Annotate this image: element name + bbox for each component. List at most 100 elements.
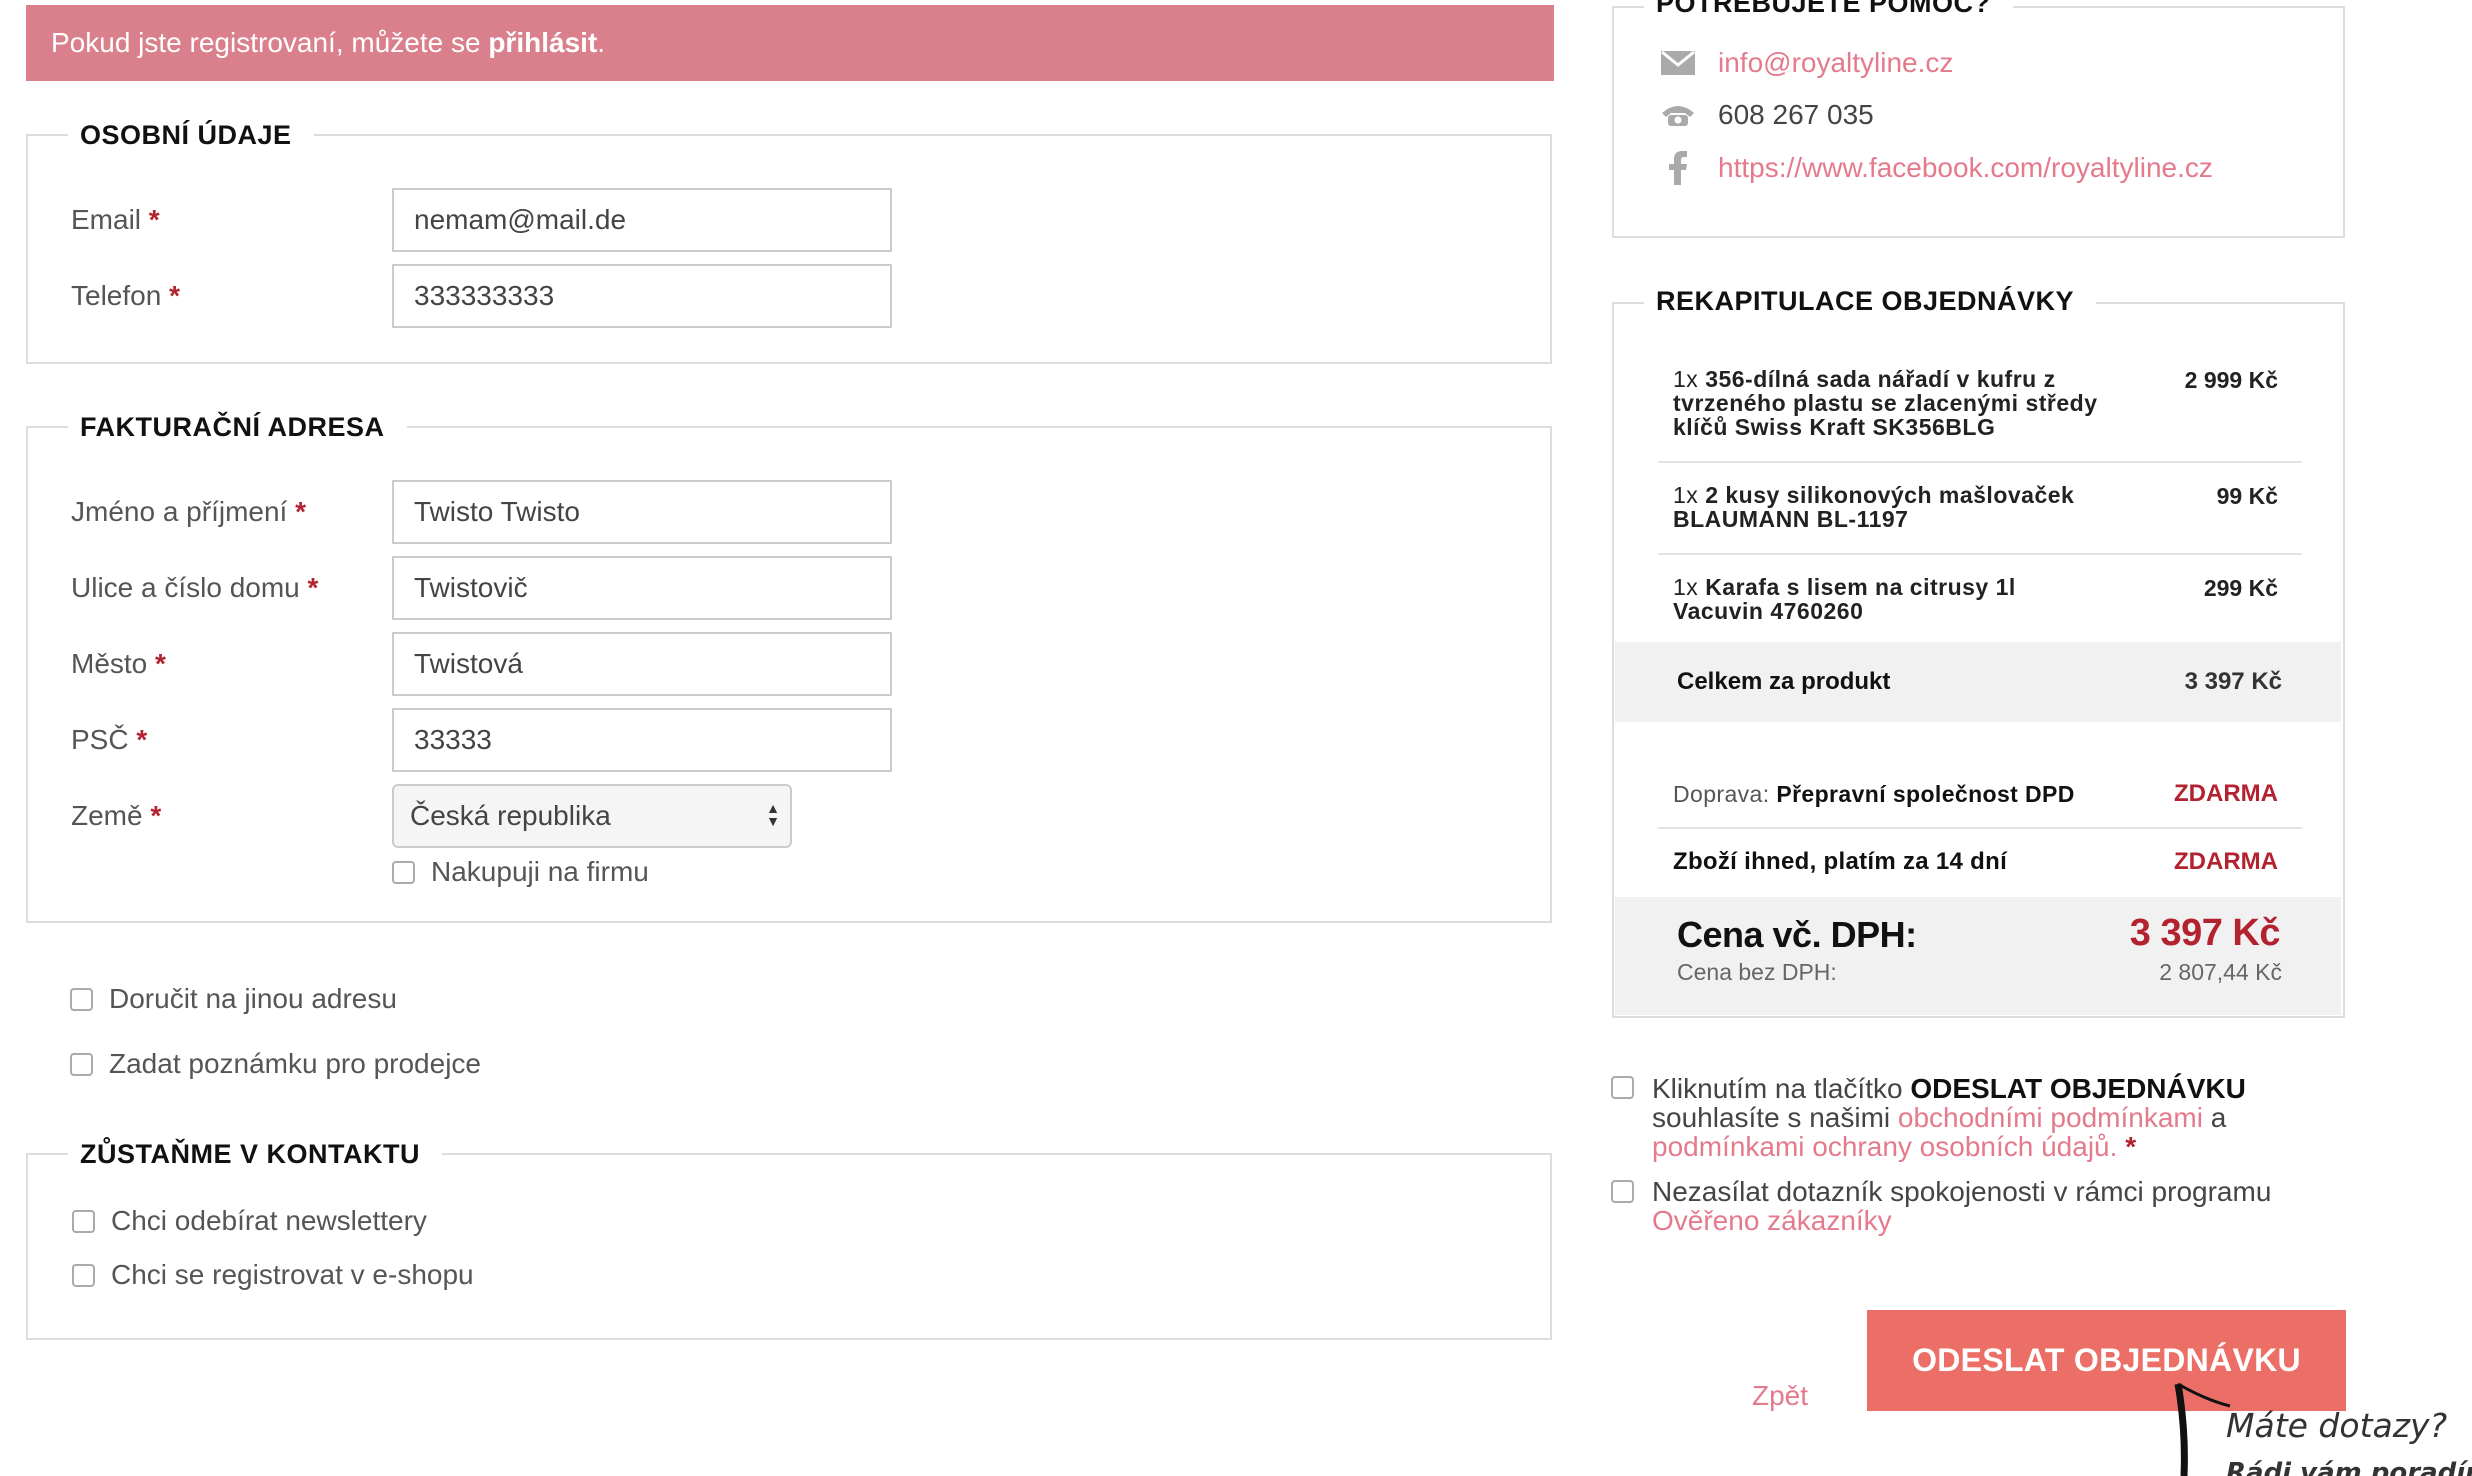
summary-item: 1x Karafa s lisem na citrusy 1l Vacuvin … xyxy=(1673,575,2073,623)
login-notice: Pokud jste registrovaní, můžete se přihl… xyxy=(26,5,1554,81)
summary-divider xyxy=(1658,553,2302,555)
phone-label: Telefon * xyxy=(71,276,180,316)
newsletter-checkbox[interactable] xyxy=(72,1209,95,1233)
terms-dot: . xyxy=(2109,1131,2126,1162)
personal-info-title: OSOBNÍ ÚDAJE xyxy=(68,118,314,152)
chat-bubble-text: Máte dotazy? xyxy=(2226,1406,2448,1445)
zip-field[interactable] xyxy=(392,708,892,772)
required-mark: * xyxy=(169,280,180,311)
city-label-text: Město xyxy=(71,648,148,679)
city-label: Město * xyxy=(71,644,166,684)
seller-note-checkbox[interactable] xyxy=(70,1052,93,1076)
privacy-link[interactable]: podmínkami ochrany osobních údajů xyxy=(1652,1131,2110,1162)
chat-widget[interactable]: Máte dotazy? Rádi vám poradím xyxy=(2170,1370,2472,1476)
phone-field[interactable] xyxy=(392,264,892,328)
country-select-value: Česká republika xyxy=(410,800,611,831)
summary-item-qty: 1x xyxy=(1673,574,1699,600)
summary-item-qty: 1x xyxy=(1673,482,1699,508)
stay-in-touch-section: ZŮSTAŇME V KONTAKTU xyxy=(26,1137,1552,1340)
required-mark: * xyxy=(295,496,307,527)
login-notice-text: Pokud jste registrovaní, můžete se xyxy=(51,27,489,58)
terms-and: a xyxy=(2202,1102,2227,1133)
survey-text: Nezasílat dotazník spokojenosti v rámci … xyxy=(1652,1177,2312,1235)
zip-label: PSČ * xyxy=(71,720,147,760)
payment-price: ZDARMA xyxy=(2174,848,2278,875)
net-total-value: 2 807,44 Kč xyxy=(2159,959,2282,985)
required-mark: * xyxy=(2125,1131,2137,1162)
required-mark: * xyxy=(307,572,319,603)
survey-label: Nezasílat dotazník spokojenosti v rámci … xyxy=(1652,1176,2272,1207)
country-label: Země * xyxy=(71,796,161,836)
summary-item: 1x 2 kusy silikonových mašlovaček BLAUMA… xyxy=(1673,483,2113,531)
other-address-label: Doručit na jinou adresu xyxy=(109,983,397,1014)
street-label-text: Ulice a číslo domu xyxy=(71,572,300,603)
phone-label-text: Telefon xyxy=(71,280,162,311)
facebook-icon xyxy=(1660,151,1696,185)
other-address-checkbox[interactable] xyxy=(70,987,93,1011)
required-mark: * xyxy=(150,800,162,831)
country-select[interactable]: Česká republika ▲ ▼ xyxy=(392,784,792,848)
register-label: Chci se registrovat v e-shopu xyxy=(111,1259,474,1290)
summary-item-qty: 1x xyxy=(1673,366,1699,392)
product-total-label: Celkem za produkt xyxy=(1677,668,1891,695)
survey-link[interactable]: Ověřeno zákazníky xyxy=(1652,1205,1892,1236)
help-facebook-link[interactable]: https://www.facebook.com/royaltyline.cz xyxy=(1718,152,2213,184)
seller-note-label: Zadat poznámku pro prodejce xyxy=(109,1048,481,1079)
chat-bubble-text-2: Rádi vám poradím xyxy=(2226,1458,2472,1476)
help-phone: 608 267 035 xyxy=(1718,99,1874,130)
login-notice-end: . xyxy=(597,27,606,58)
stay-in-touch-title: ZŮSTAŇME V KONTAKTU xyxy=(68,1137,442,1171)
help-email-link[interactable]: info@royaltyline.cz xyxy=(1718,47,1953,79)
phone-icon xyxy=(1660,103,1696,127)
net-total-label: Cena bez DPH: xyxy=(1677,959,1837,985)
required-mark: * xyxy=(148,204,160,235)
register-checkbox[interactable] xyxy=(72,1263,95,1287)
terms-strong: ODESLAT OBJEDNÁVKU xyxy=(1910,1073,2246,1104)
required-mark: * xyxy=(155,648,166,679)
shipping-row: Doprava: Přepravní společnost DPD xyxy=(1673,781,2075,808)
newsletter-label: Chci odebírat newslettery xyxy=(111,1205,427,1236)
summary-divider xyxy=(1658,461,2302,463)
register-row[interactable]: Chci se registrovat v e-shopu xyxy=(72,1259,474,1291)
product-total-value: 3 397 Kč xyxy=(2184,668,2282,695)
street-field[interactable] xyxy=(392,556,892,620)
seller-note-row[interactable]: Zadat poznámku pro prodejce xyxy=(70,1048,481,1080)
shipping-prefix: Doprava: xyxy=(1673,781,1777,807)
company-checkbox[interactable] xyxy=(392,860,415,884)
name-field[interactable] xyxy=(392,480,892,544)
email-label: Email * xyxy=(71,200,160,240)
help-title: POTŘEBUJETE POMOC? xyxy=(1644,0,2013,20)
terms-checkbox[interactable] xyxy=(1611,1076,1634,1099)
login-link[interactable]: přihlásit xyxy=(488,27,597,58)
terms-text: Kliknutím na tlačítko ODESLAT OBJEDNÁVKU… xyxy=(1652,1074,2312,1161)
grand-total-label: Cena vč. DPH: xyxy=(1677,914,1917,955)
payment-name: Zboží ihned, platím za 14 dní xyxy=(1673,848,2008,875)
other-address-row[interactable]: Doručit na jinou adresu xyxy=(70,983,397,1015)
name-label-text: Jméno a příjmení xyxy=(71,496,288,527)
summary-item-name: Karafa s lisem na citrusy 1l Vacuvin 476… xyxy=(1673,574,2016,624)
summary-item-price: 99 Kč xyxy=(2216,483,2278,509)
company-checkbox-row[interactable]: Nakupuji na firmu xyxy=(392,856,649,888)
help-email-row: info@royaltyline.cz xyxy=(1660,47,1953,79)
name-label: Jméno a příjmení * xyxy=(71,492,306,532)
email-field[interactable] xyxy=(392,188,892,252)
back-link[interactable]: Zpět xyxy=(1752,1380,1808,1412)
order-summary-title: REKAPITULACE OBJEDNÁVKY xyxy=(1644,284,2097,318)
required-mark: * xyxy=(136,724,148,755)
city-field[interactable] xyxy=(392,632,892,696)
billing-title: FAKTURAČNÍ ADRESA xyxy=(68,410,407,444)
terms-pre: Kliknutím na tlačítko xyxy=(1652,1073,1911,1104)
summary-item-name: 2 kusy silikonových mašlovaček BLAUMANN … xyxy=(1673,482,2075,532)
summary-item-name: 356-dílná sada nářadí v kufru z tvrzenéh… xyxy=(1673,366,2098,440)
terms-link[interactable]: obchodními podmínkami xyxy=(1898,1102,2203,1133)
zip-label-text: PSČ xyxy=(71,724,129,755)
help-facebook-row: https://www.facebook.com/royaltyline.cz xyxy=(1660,151,2213,185)
company-checkbox-label: Nakupuji na firmu xyxy=(431,856,649,887)
survey-checkbox[interactable] xyxy=(1611,1180,1634,1203)
newsletter-row[interactable]: Chci odebírat newslettery xyxy=(72,1205,427,1237)
summary-item-price: 2 999 Kč xyxy=(2184,367,2278,393)
email-label-text: Email xyxy=(71,204,142,235)
country-label-text: Země xyxy=(71,800,143,831)
shipping-name: Přepravní společnost DPD xyxy=(1776,781,2075,807)
summary-item: 1x 356-dílná sada nářadí v kufru z tvrze… xyxy=(1673,367,2113,439)
